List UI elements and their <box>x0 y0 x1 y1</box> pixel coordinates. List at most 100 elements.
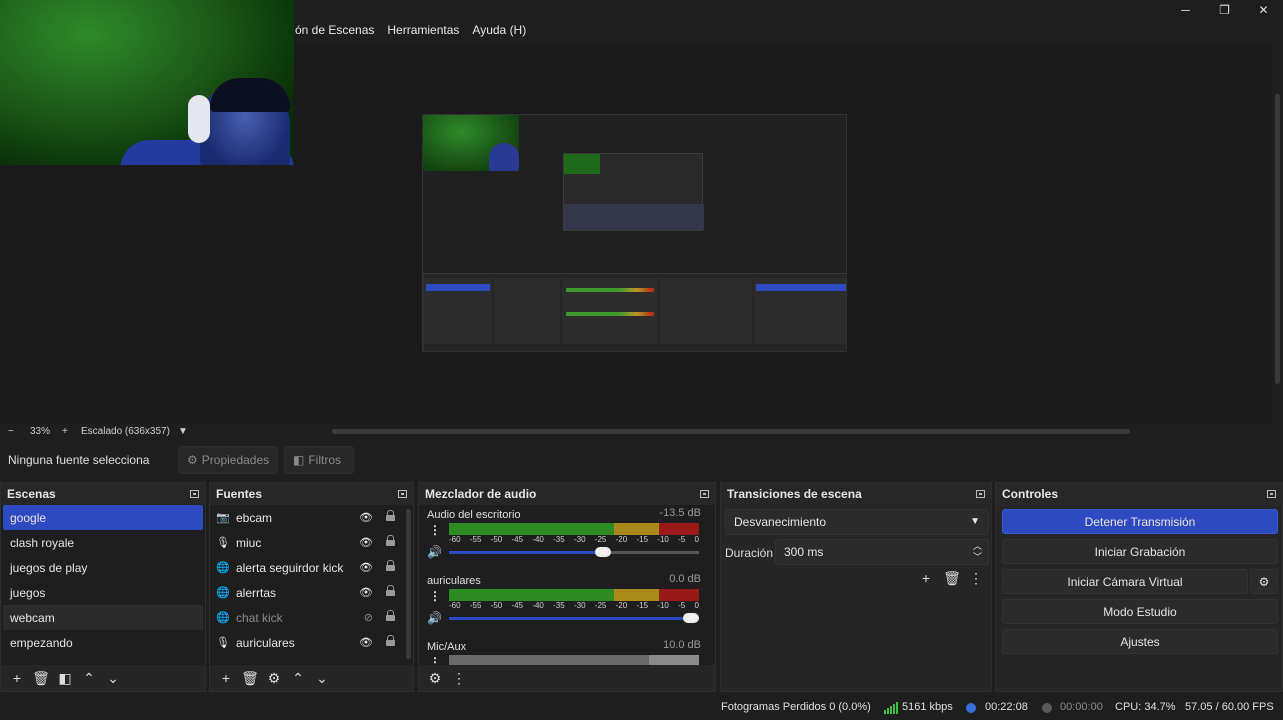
scaling-dropdown-icon[interactable]: ▼ <box>178 426 188 437</box>
add-scene-button[interactable]: + <box>5 667 29 689</box>
move-up-icon[interactable]: ⌃ <box>286 667 310 689</box>
source-name: ebcam <box>236 510 273 525</box>
stop-streaming-button[interactable]: Detener Transmisión <box>1002 509 1278 534</box>
eye-icon[interactable]: 👁 <box>359 536 373 549</box>
undock-icon[interactable] <box>1267 490 1276 498</box>
gear-icon[interactable]: ⚙ <box>262 667 286 689</box>
zoom-level: 33% <box>30 426 51 437</box>
chevron-down-icon: ▼ <box>970 516 980 527</box>
source-item[interactable]: 🌐 chat kick ⊘ <box>210 605 413 630</box>
speaker-icon[interactable]: 🔊 <box>427 545 442 559</box>
scenes-list: google clash royale juegos de play juego… <box>1 505 205 665</box>
source-name: miuc <box>236 535 262 550</box>
scene-item[interactable]: webcam <box>3 605 203 630</box>
eye-icon[interactable]: 👁 <box>359 586 373 599</box>
recording-indicator-icon <box>1042 703 1052 713</box>
undock-icon[interactable] <box>398 490 407 498</box>
source-name: auriculares <box>236 635 295 650</box>
move-down-icon[interactable]: ⌄ <box>101 667 125 689</box>
source-item[interactable]: 🎙 miuc 👁 <box>210 530 413 555</box>
menu-item-help[interactable]: Ayuda (H) <box>472 23 526 37</box>
scene-item[interactable]: empezando <box>3 630 203 655</box>
kebab-menu-icon[interactable]: ⋮ <box>429 523 441 537</box>
close-button[interactable]: ✕ <box>1244 0 1283 20</box>
undock-icon[interactable] <box>190 490 199 498</box>
settings-button[interactable]: Ajustes <box>1002 629 1278 654</box>
record-time: 00:00:00 <box>1060 701 1103 713</box>
volume-slider-knob[interactable] <box>595 547 611 557</box>
scene-item[interactable]: clash royale <box>3 530 203 555</box>
scene-filters-icon[interactable]: ◧ <box>53 667 77 689</box>
preview-canvas[interactable] <box>0 0 1272 424</box>
scene-item[interactable]: juegos de play <box>3 555 203 580</box>
camera-icon: 📷 <box>216 512 230 524</box>
virtual-camera-settings-button[interactable]: ⚙ <box>1250 569 1278 594</box>
properties-button[interactable]: ⚙ Propiedades <box>178 446 278 474</box>
sources-dock: Fuentes 📷 ebcam 👁 🎙 miuc 👁 🌐 alerta segu… <box>209 482 414 692</box>
kebab-menu-icon[interactable]: ⋮ <box>964 567 988 589</box>
source-item[interactable]: 📷 ebcam 👁 <box>210 505 413 530</box>
lock-icon[interactable] <box>386 510 395 521</box>
preview-horizontal-scrollbar[interactable] <box>332 429 1130 434</box>
audio-mixer-dock: Mezclador de audio Audio del escritorio … <box>418 482 716 692</box>
webcam-feed <box>0 0 294 165</box>
kebab-menu-icon[interactable]: ⋮ <box>429 589 441 603</box>
eye-icon[interactable]: 👁 <box>359 636 373 649</box>
add-source-button[interactable]: + <box>214 667 238 689</box>
duration-spinbox[interactable]: 300 ms ︿ ﹀ <box>775 539 989 565</box>
restore-button[interactable]: ❐ <box>1205 0 1244 20</box>
trash-icon[interactable]: 🗑 <box>940 567 964 589</box>
zoom-in-button[interactable]: + <box>62 426 68 437</box>
kebab-menu-icon[interactable]: ⋮ <box>429 655 441 665</box>
volume-slider[interactable] <box>449 613 699 623</box>
scene-item[interactable]: google <box>3 505 203 530</box>
minimize-button[interactable]: ─ <box>1166 0 1205 20</box>
source-item[interactable]: 🌐 alerta seguirdor kick 👁 <box>210 555 413 580</box>
move-up-icon[interactable]: ⌃ <box>77 667 101 689</box>
controls-dock: Controles Detener Transmisión Iniciar Gr… <box>995 482 1283 692</box>
undock-icon[interactable] <box>976 490 985 498</box>
lock-icon[interactable] <box>386 535 395 546</box>
trash-icon[interactable]: 🗑 <box>29 667 53 689</box>
eye-icon[interactable]: 👁 <box>359 561 373 574</box>
transition-select[interactable]: Desvanecimiento ▼ <box>725 509 989 535</box>
filters-button[interactable]: ◧ Filtros <box>284 446 354 474</box>
undock-icon[interactable] <box>700 490 709 498</box>
advanced-audio-icon[interactable]: ⚙ <box>423 667 447 689</box>
spin-arrows-icon[interactable]: ︿ ﹀ <box>973 541 982 563</box>
volume-slider-knob[interactable] <box>683 613 699 623</box>
controls-body: Detener Transmisión Iniciar Grabación In… <box>996 505 1282 691</box>
zoom-out-button[interactable]: − <box>8 426 14 437</box>
window-controls: ─ ❐ ✕ <box>1166 0 1283 20</box>
channel-name: Mic/Aux <box>427 641 467 653</box>
start-virtual-camera-button[interactable]: Iniciar Cámara Virtual <box>1002 569 1248 594</box>
source-item[interactable]: 🎙 auriculares 👁 <box>210 630 413 655</box>
lock-icon[interactable] <box>386 610 395 621</box>
menu-item-scene-collection[interactable]: ón de Escenas <box>295 23 374 37</box>
lock-icon[interactable] <box>386 585 395 596</box>
speaker-icon[interactable]: 🔊 <box>427 611 442 625</box>
properties-label: Propiedades <box>201 453 270 467</box>
volume-slider[interactable] <box>449 547 699 557</box>
lock-icon[interactable] <box>386 560 395 571</box>
eye-icon[interactable]: 👁 <box>359 511 373 524</box>
trash-icon[interactable]: 🗑 <box>238 667 262 689</box>
source-name: chat kick <box>236 610 283 625</box>
preview-vertical-scrollbar[interactable] <box>1272 44 1283 424</box>
kebab-menu-icon[interactable]: ⋮ <box>447 667 471 689</box>
scene-item[interactable]: juegos <box>3 580 203 605</box>
studio-mode-button[interactable]: Modo Estudio <box>1002 599 1278 624</box>
menu-item-tools[interactable]: Herramientas <box>387 23 459 37</box>
move-down-icon[interactable]: ⌄ <box>310 667 334 689</box>
mixer-channels: Audio del escritorio -13.5 dB ⋮ -60 -55 -5… <box>419 505 715 665</box>
lock-icon[interactable] <box>386 635 395 646</box>
sources-scrollbar[interactable] <box>406 509 411 659</box>
channel-db: 10.0 dB <box>663 639 701 651</box>
start-recording-button[interactable]: Iniciar Grabación <box>1002 539 1278 564</box>
stream-time: 00:22:08 <box>985 701 1028 713</box>
volume-meter <box>449 655 699 665</box>
eye-hidden-icon[interactable]: ⊘ <box>364 611 373 624</box>
source-item[interactable]: 🌐 alerrtas 👁 <box>210 580 413 605</box>
filter-icon: ◧ <box>293 453 305 467</box>
add-transition-button[interactable]: + <box>914 567 938 589</box>
